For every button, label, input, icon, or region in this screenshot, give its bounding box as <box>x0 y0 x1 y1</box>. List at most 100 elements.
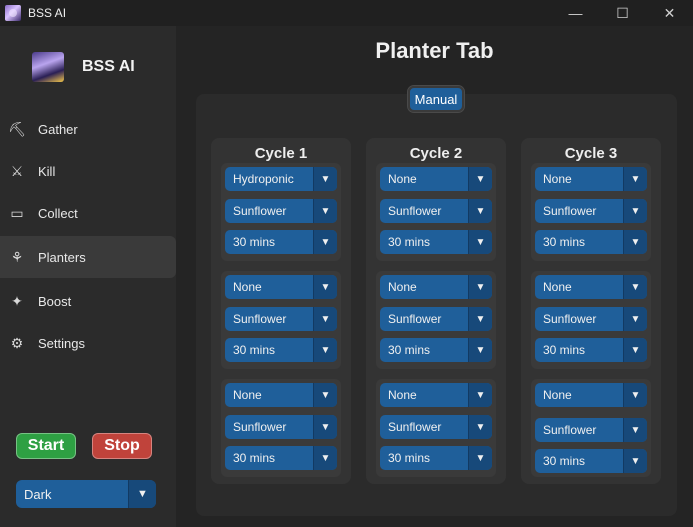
chevron-down-icon[interactable]: ▼ <box>623 199 647 223</box>
planter-slot-group: None ▼ Sunflower ▼ 30 mins ▼ <box>221 379 341 477</box>
duration-select[interactable]: 30 mins ▼ <box>380 338 492 362</box>
planter-select-value: None <box>233 388 262 402</box>
chevron-down-icon[interactable]: ▼ <box>313 199 337 223</box>
field-select-value: Sunflower <box>543 312 597 326</box>
planter-slot-group: None ▼ Sunflower ▼ 30 mins ▼ <box>221 271 341 369</box>
planter-slot-group: None ▼ Sunflower ▼ 30 mins ▼ <box>531 379 651 477</box>
field-select[interactable]: Sunflower ▼ <box>535 307 647 331</box>
sidebar-item-label: Gather <box>38 121 78 137</box>
sidebar-item-planters[interactable]: ⚘ Planters <box>0 236 176 278</box>
duration-select[interactable]: 30 mins ▼ <box>225 230 337 254</box>
planter-select[interactable]: None ▼ <box>225 383 337 407</box>
duration-select-value: 30 mins <box>233 343 276 357</box>
planter-select-value: None <box>543 388 572 402</box>
chevron-down-icon[interactable]: ▼ <box>468 307 492 331</box>
chevron-down-icon[interactable]: ▼ <box>313 415 337 439</box>
chevron-down-icon[interactable]: ▼ <box>468 415 492 439</box>
field-select[interactable]: Sunflower ▼ <box>225 199 337 223</box>
duration-select[interactable]: 30 mins ▼ <box>225 446 337 470</box>
duration-select-value: 30 mins <box>233 451 276 465</box>
window-controls: — ☐ ✕ <box>552 0 693 26</box>
maximize-button[interactable]: ☐ <box>599 0 646 26</box>
chevron-down-icon[interactable]: ▼ <box>468 446 492 470</box>
field-select[interactable]: Sunflower ▼ <box>380 199 492 223</box>
planter-slot-group: None ▼ Sunflower ▼ 30 mins ▼ <box>376 271 496 369</box>
field-select-value: Sunflower <box>388 312 442 326</box>
chevron-down-icon[interactable]: ▼ <box>623 338 647 362</box>
planter-slot-group: None ▼ Sunflower ▼ 30 mins ▼ <box>376 163 496 261</box>
chevron-down-icon[interactable]: ▼ <box>128 480 156 508</box>
sidebar-item-collect[interactable]: ▭ Collect <box>0 192 176 234</box>
chevron-down-icon[interactable]: ▼ <box>623 230 647 254</box>
close-button[interactable]: ✕ <box>646 0 693 26</box>
window-title: BSS AI <box>28 6 67 20</box>
chevron-down-icon[interactable]: ▼ <box>313 307 337 331</box>
brand: BSS AI <box>32 52 135 82</box>
chevron-down-icon[interactable]: ▼ <box>468 275 492 299</box>
field-select[interactable]: Sunflower ▼ <box>535 199 647 223</box>
chevron-down-icon[interactable]: ▼ <box>468 199 492 223</box>
minimize-button[interactable]: — <box>552 0 599 26</box>
field-select[interactable]: Sunflower ▼ <box>380 415 492 439</box>
manual-tab-button[interactable]: Manual <box>407 85 465 113</box>
planter-select[interactable]: None ▼ <box>535 383 647 407</box>
chevron-down-icon[interactable]: ▼ <box>623 418 647 442</box>
chevron-down-icon[interactable]: ▼ <box>468 338 492 362</box>
duration-select[interactable]: 30 mins ▼ <box>535 449 647 473</box>
chevron-down-icon[interactable]: ▼ <box>313 338 337 362</box>
sidebar-item-boost[interactable]: ✦ Boost <box>0 280 176 322</box>
chevron-down-icon[interactable]: ▼ <box>313 275 337 299</box>
chevron-down-icon[interactable]: ▼ <box>313 230 337 254</box>
chevron-down-icon[interactable]: ▼ <box>468 230 492 254</box>
sidebar-item-label: Boost <box>38 293 72 309</box>
duration-select[interactable]: 30 mins ▼ <box>535 230 647 254</box>
chevron-down-icon[interactable]: ▼ <box>468 383 492 407</box>
theme-select-value: Dark <box>24 486 52 502</box>
planter-select[interactable]: Hydroponic ▼ <box>225 167 337 191</box>
stop-button[interactable]: Stop <box>92 433 152 459</box>
sidebar-item-kill[interactable]: ⚔ Kill <box>0 150 176 192</box>
field-select[interactable]: Sunflower ▼ <box>535 418 647 442</box>
page-title: Planter Tab <box>375 38 494 63</box>
sidebar-item-settings[interactable]: ⚙ Settings <box>0 322 176 364</box>
planter-slot-group: Hydroponic ▼ Sunflower ▼ 30 mins ▼ <box>221 163 341 261</box>
chevron-down-icon[interactable]: ▼ <box>623 383 647 407</box>
planter-select[interactable]: None ▼ <box>535 275 647 299</box>
boost-icon: ✦ <box>11 292 23 309</box>
chevron-down-icon[interactable]: ▼ <box>623 307 647 331</box>
field-select[interactable]: Sunflower ▼ <box>225 307 337 331</box>
duration-select[interactable]: 30 mins ▼ <box>225 338 337 362</box>
chevron-down-icon[interactable]: ▼ <box>623 167 647 191</box>
main-content: Planter Tab Manual Cycle 1 Hydroponic ▼ Sun… <box>176 26 693 527</box>
sidebar: BSS AI ⛏ Gather ⚔ Kill ▭ Collect ⚘ Plant… <box>0 26 176 527</box>
planter-select[interactable]: None ▼ <box>380 383 492 407</box>
theme-select[interactable]: Dark ▼ <box>16 480 156 508</box>
start-button[interactable]: Start <box>16 433 76 459</box>
planter-slot-group: None ▼ Sunflower ▼ 30 mins ▼ <box>531 163 651 261</box>
duration-select[interactable]: 30 mins ▼ <box>380 446 492 470</box>
chevron-down-icon[interactable]: ▼ <box>313 383 337 407</box>
sidebar-item-gather[interactable]: ⛏ Gather <box>0 108 176 150</box>
chevron-down-icon[interactable]: ▼ <box>468 167 492 191</box>
duration-select[interactable]: 30 mins ▼ <box>535 338 647 362</box>
field-select[interactable]: Sunflower ▼ <box>225 415 337 439</box>
planter-select[interactable]: None ▼ <box>225 275 337 299</box>
cycle-column: Cycle 2 None ▼ Sunflower ▼ 30 mins ▼ None ▼ Sunfl… <box>366 138 506 484</box>
chevron-down-icon[interactable]: ▼ <box>313 446 337 470</box>
cycle-column: Cycle 1 Hydroponic ▼ Sunflower ▼ 30 mins ▼ None… <box>211 138 351 484</box>
chevron-down-icon[interactable]: ▼ <box>623 275 647 299</box>
field-select-value: Sunflower <box>543 423 597 437</box>
field-select-value: Sunflower <box>233 204 287 218</box>
chevron-down-icon[interactable]: ▼ <box>313 167 337 191</box>
planter-slot-group: None ▼ Sunflower ▼ 30 mins ▼ <box>531 271 651 369</box>
brand-name: BSS AI <box>82 58 135 75</box>
planter-select[interactable]: None ▼ <box>380 167 492 191</box>
planter-select[interactable]: None ▼ <box>380 275 492 299</box>
field-select[interactable]: Sunflower ▼ <box>380 307 492 331</box>
planter-select[interactable]: None ▼ <box>535 167 647 191</box>
planter-select-value: None <box>388 388 417 402</box>
sidebar-item-label: Planters <box>38 249 86 265</box>
duration-select[interactable]: 30 mins ▼ <box>380 230 492 254</box>
chevron-down-icon[interactable]: ▼ <box>623 449 647 473</box>
cycle-title: Cycle 3 <box>564 145 618 162</box>
